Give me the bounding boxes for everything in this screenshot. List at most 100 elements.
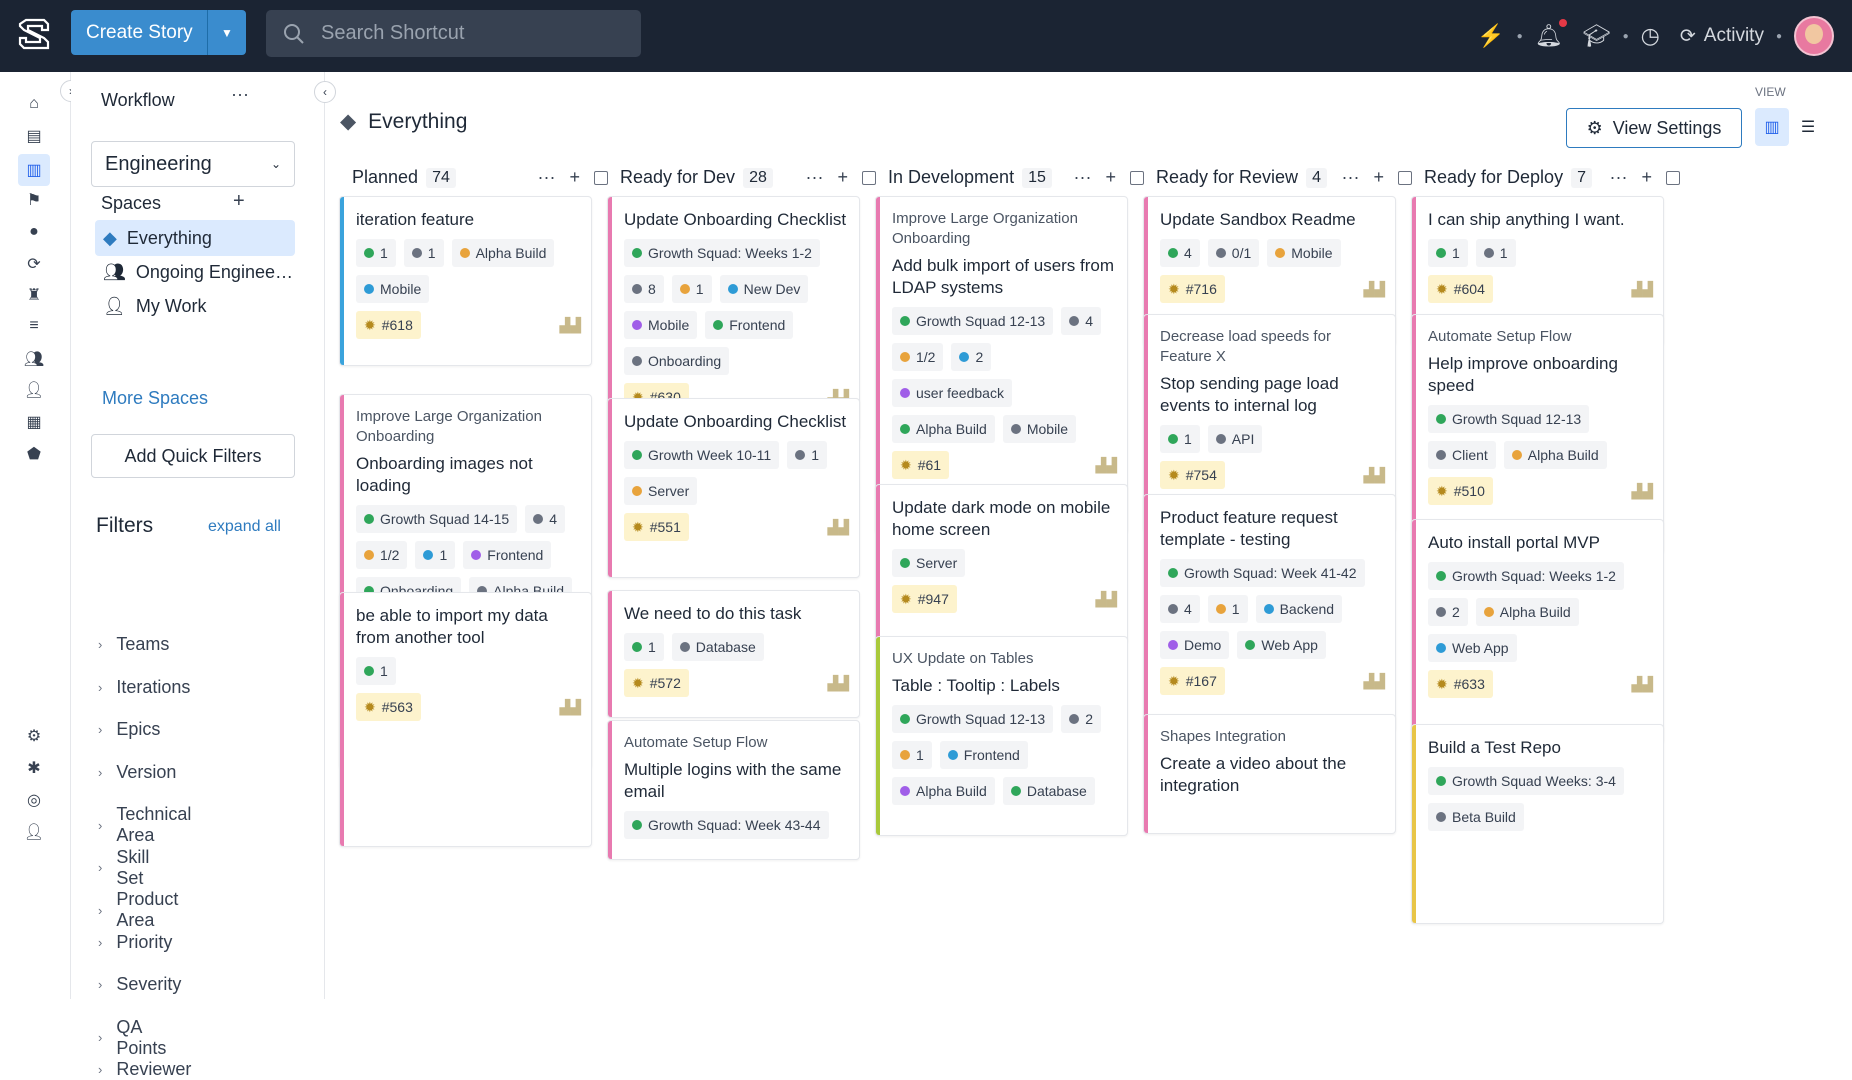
expand-all-link[interactable]: expand all	[208, 518, 281, 536]
card-tag[interactable]: Database	[671, 633, 764, 661]
story-card[interactable]: Automate Setup Flow Multiple logins with …	[607, 720, 860, 860]
card-tag[interactable]: Backend	[1255, 595, 1343, 623]
card-tag[interactable]: 4	[1160, 239, 1200, 267]
card-tag[interactable]: Beta Build	[1428, 803, 1524, 831]
add-story-icon[interactable]: +	[1641, 167, 1652, 188]
add-story-icon[interactable]: +	[1373, 167, 1384, 188]
collapse-sidebar-icon[interactable]: ‹	[314, 81, 336, 103]
card-tag[interactable]: 2	[1061, 705, 1101, 733]
filter-item[interactable]: › Skill Set	[98, 847, 149, 889]
story-id[interactable]: ✹ #167	[1160, 667, 1225, 695]
card-title[interactable]: Update dark mode on mobile home screen	[892, 497, 1117, 541]
filter-item[interactable]: › Teams	[98, 634, 169, 655]
clock-icon[interactable]: ◷	[1641, 23, 1660, 49]
card-tag[interactable]: Growth Squad: Weeks 1-2	[1428, 562, 1624, 590]
card-tag[interactable]: 1	[892, 741, 932, 769]
card-epic[interactable]: Improve Large Organization Onboarding	[356, 407, 581, 447]
space-item-my-work[interactable]: 👤︎ My Work	[95, 288, 295, 324]
story-id[interactable]: ✹ #754	[1160, 461, 1225, 489]
column-more-icon[interactable]: ···	[1610, 167, 1628, 188]
add-story-icon[interactable]: +	[1105, 167, 1116, 188]
card-tag[interactable]: 1	[1428, 239, 1468, 267]
story-card[interactable]: Shapes Integration Create a video about t…	[1143, 714, 1396, 834]
card-tag[interactable]: Web App	[1237, 631, 1326, 659]
card-tag[interactable]: Frontend	[463, 541, 552, 569]
activity-button[interactable]: ⟳ Activity	[1680, 25, 1764, 48]
card-title[interactable]: Table : Tooltip : Labels	[892, 675, 1117, 697]
card-epic[interactable]: Automate Setup Flow	[1428, 327, 1653, 347]
space-item-everything[interactable]: ◆ Everything	[95, 220, 295, 256]
card-tag[interactable]: 1	[787, 441, 828, 469]
card-tag[interactable]: Frontend	[705, 311, 794, 339]
user-avatar[interactable]	[1794, 16, 1834, 56]
story-card[interactable]: Product feature request template - testi…	[1143, 494, 1396, 732]
card-tag[interactable]: Growth Week 10-11	[624, 441, 780, 469]
workflow-select[interactable]: Engineering ⌄	[91, 141, 295, 187]
card-title[interactable]: be able to import my data from another t…	[356, 605, 581, 649]
filter-item[interactable]: › Iterations	[98, 677, 190, 698]
select-column-checkbox[interactable]	[1666, 171, 1680, 185]
iteration-icon[interactable]: ⟳	[22, 252, 46, 276]
add-story-icon[interactable]: +	[837, 167, 848, 188]
card-title[interactable]: Stop sending page load events to interna…	[1160, 373, 1385, 417]
card-tag[interactable]: Mobile	[356, 275, 430, 303]
card-tag[interactable]: Growth Squad 12-13	[892, 307, 1054, 335]
card-tag[interactable]: Growth Squad 14-15	[356, 505, 518, 533]
card-tag[interactable]: Server	[892, 549, 966, 577]
shortcut-logo-icon[interactable]	[14, 14, 54, 54]
invite-user-icon[interactable]: 👤︎	[22, 820, 46, 844]
card-tag[interactable]: 8	[624, 275, 664, 303]
story-card[interactable]: Update Onboarding Checklist Growth Week 1…	[607, 398, 860, 578]
card-tag[interactable]: 0/1	[1207, 239, 1260, 267]
card-title[interactable]: Auto install portal MVP	[1428, 532, 1653, 554]
card-tag[interactable]: 1/2	[892, 343, 944, 371]
card-tag[interactable]: API	[1207, 425, 1263, 453]
story-card[interactable]: We need to do this task 1 Database ✹ #572 ▟▟	[607, 590, 860, 718]
card-tag[interactable]: 4	[525, 505, 565, 533]
card-epic[interactable]: UX Update on Tables	[892, 649, 1117, 669]
card-tag[interactable]: Alpha Build	[1475, 598, 1579, 626]
story-id[interactable]: ✹ #563	[356, 693, 421, 721]
filter-item[interactable]: › Technical Area	[98, 804, 191, 846]
add-quick-filters-button[interactable]: Add Quick Filters	[91, 434, 295, 478]
card-tag[interactable]: Growth Squad 12-13	[1428, 405, 1590, 433]
story-card[interactable]: Automate Setup Flow Help improve onboardi…	[1411, 314, 1664, 554]
card-tag[interactable]: Alpha Build	[892, 415, 995, 443]
story-id[interactable]: ✹ #510	[1428, 477, 1493, 505]
location-pin-icon[interactable]: ●	[22, 220, 46, 244]
story-card[interactable]: Auto install portal MVP Growth Squad: Wee…	[1411, 519, 1664, 744]
card-title[interactable]: Onboarding images not loading	[356, 453, 581, 497]
story-id[interactable]: ✹ #572	[624, 669, 689, 697]
story-id[interactable]: ✹ #633	[1428, 670, 1493, 698]
card-title[interactable]: iteration feature	[356, 209, 581, 231]
add-space-icon[interactable]: +	[233, 190, 245, 213]
story-id[interactable]: ✹ #604	[1428, 275, 1493, 303]
story-card[interactable]: Build a Test Repo Growth Squad Weeks: 3-4…	[1411, 724, 1664, 924]
story-id[interactable]: ✹ #716	[1160, 275, 1225, 303]
card-tag[interactable]: 2	[951, 343, 992, 371]
stories-icon[interactable]: ▤	[22, 124, 46, 148]
notifications-bell-icon[interactable]: 🔔︎	[1535, 19, 1567, 49]
lightning-icon[interactable]: ⚡	[1477, 23, 1504, 49]
labels-icon[interactable]: ⬟	[22, 442, 46, 466]
flag-icon[interactable]: ⚑	[22, 188, 46, 212]
story-card[interactable]: iteration feature 1 1 Alpha Build Mobile ✹ #61…	[339, 196, 592, 366]
card-title[interactable]: Help improve onboarding speed	[1428, 353, 1653, 397]
card-epic[interactable]: Decrease load speeds for Feature X	[1160, 327, 1385, 367]
card-tag[interactable]: 1	[403, 239, 444, 267]
card-tag[interactable]: Growth Squad: Week 41-42	[1160, 559, 1365, 587]
card-title[interactable]: Update Sandbox Readme	[1160, 209, 1385, 231]
settings-gear-icon[interactable]: ⚙	[22, 724, 46, 748]
card-tag[interactable]: Growth Squad Weeks: 3-4	[1428, 767, 1624, 795]
column-more-icon[interactable]: ···	[1342, 167, 1360, 188]
card-tag[interactable]: 2	[1428, 598, 1468, 626]
column-more-icon[interactable]: ···	[806, 167, 824, 188]
epics-icon[interactable]: ♜	[22, 283, 46, 307]
column-more-icon[interactable]: ···	[538, 167, 556, 188]
card-epic[interactable]: Shapes Integration	[1160, 727, 1385, 747]
learn-cap-icon[interactable]: 🎓︎	[1583, 23, 1611, 49]
card-tag[interactable]: Mobile	[1267, 239, 1341, 267]
card-tag[interactable]: 1/2	[356, 541, 408, 569]
filter-item[interactable]: › Epics	[98, 719, 160, 740]
filter-item[interactable]: › Version	[98, 762, 176, 783]
